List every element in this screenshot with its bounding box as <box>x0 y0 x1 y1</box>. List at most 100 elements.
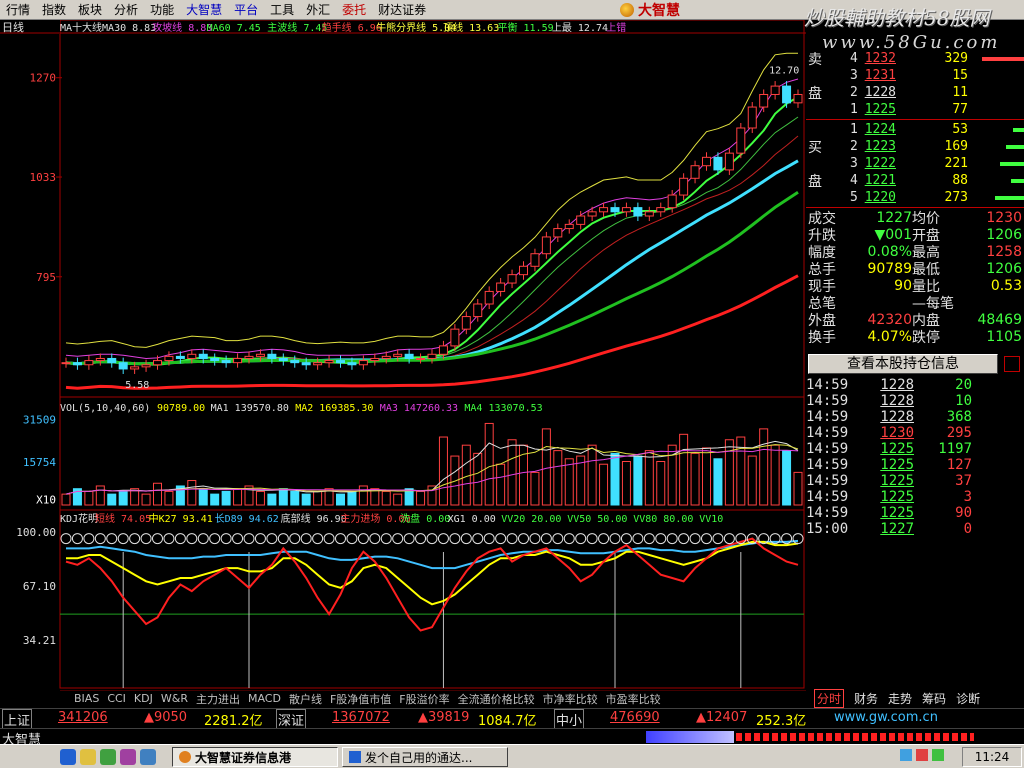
volume-bar <box>599 463 609 506</box>
buy-row[interactable]: 盘 4 1221 88 <box>806 172 1024 190</box>
sell-row[interactable]: 3 1231 15 <box>806 67 1024 84</box>
menu-item[interactable]: 分析 <box>108 1 144 18</box>
indicator-tab[interactable]: 市净率比较 <box>543 691 598 707</box>
side-tab[interactable]: 筹码 <box>922 690 946 707</box>
volume-bar <box>153 482 162 506</box>
menu-item[interactable]: 指数 <box>36 1 72 18</box>
buy-row[interactable]: 5 1220 273 <box>806 189 1024 206</box>
indicator-tab[interactable]: 散户线 <box>289 691 322 707</box>
kdj-tick-label: 67.10 <box>23 580 56 593</box>
candle-body <box>610 207 620 213</box>
sell-row[interactable]: 1 1225 77 <box>806 101 1024 118</box>
buy-depth-bar <box>1006 144 1024 149</box>
tick-row[interactable]: 14:59 1225 127 <box>806 457 1006 473</box>
quicklaunch-app-icon[interactable] <box>100 749 116 765</box>
task-dazhihui[interactable]: 大智慧证券信息港 <box>172 747 338 767</box>
volume-bar <box>381 490 391 506</box>
indicator-tab[interactable]: BIAS <box>74 692 99 705</box>
volume-bar <box>541 428 551 506</box>
indicator-tab[interactable]: KDJ <box>134 692 153 705</box>
indicator-tab[interactable]: MACD <box>248 692 281 705</box>
buy-price: 1220 <box>864 190 896 205</box>
tick-volume: 10 <box>955 393 972 409</box>
buy-depth-bar <box>995 195 1024 200</box>
tick-row[interactable]: 14:59 1228 10 <box>806 393 1006 409</box>
buy-depth-bar <box>1010 178 1024 183</box>
tick-row[interactable]: 14:59 1228 368 <box>806 409 1006 425</box>
side-tab[interactable]: 诊断 <box>956 690 980 707</box>
candle-body <box>427 353 437 359</box>
kdj-legend-item: 洗盘 0.00 <box>400 512 450 525</box>
sell-side-label: 卖 <box>808 51 822 68</box>
sell-row[interactable]: 盘 2 1228 11 <box>806 84 1024 102</box>
tick-time: 14:59 <box>806 409 849 425</box>
indicator-tab[interactable]: F股净值市值 <box>330 691 391 707</box>
tick-row[interactable]: 14:59 1225 3 <box>806 489 1006 505</box>
ma-legend-item: MA60 7.45 <box>207 23 261 34</box>
volume-bar <box>679 433 689 506</box>
menu-item[interactable]: 板块 <box>72 1 108 18</box>
tick-row[interactable]: 15:00 1227 0 <box>806 521 1006 537</box>
buy-volume: 88 <box>952 173 968 188</box>
menu-item[interactable]: 财达证券 <box>372 1 432 18</box>
candle-body <box>72 362 82 366</box>
menu-item[interactable]: 委托 <box>336 1 372 18</box>
side-tab[interactable]: 走势 <box>888 690 912 707</box>
stat-value: 0.08% <box>867 243 912 260</box>
volume-tick-label: 15754 <box>23 456 56 469</box>
vol-legend-item: MA3 147260.33 <box>380 403 458 414</box>
menu-item[interactable]: 功能 <box>144 1 180 18</box>
tick-price: 1228 <box>880 409 914 425</box>
vol-legend-item: MA1 139570.80 <box>211 403 289 414</box>
tick-row[interactable]: 14:59 1225 90 <box>806 505 1006 521</box>
indicator-tab[interactable]: F股溢价率 <box>399 691 449 707</box>
quicklaunch-folder-icon[interactable] <box>80 749 96 765</box>
market-change: ▲39819 <box>418 710 470 725</box>
side-tab[interactable]: 分时 <box>814 688 845 708</box>
quicklaunch-desktop-icon[interactable] <box>140 749 156 765</box>
indicator-tab[interactable]: W&R <box>161 692 188 705</box>
tick-row[interactable]: 14:59 1225 37 <box>806 473 1006 489</box>
candle-body <box>587 211 597 217</box>
menu-item[interactable]: 大智慧 <box>180 1 228 18</box>
candle-body <box>324 360 334 364</box>
kdj-legend-item: 短线 74.05 <box>95 512 151 525</box>
stat-value: 1258 <box>986 243 1022 260</box>
website-label[interactable]: www.gw.com.cn <box>834 710 938 725</box>
buy-row[interactable]: 1 1224 53 <box>806 121 1024 138</box>
tick-row[interactable]: 14:59 1230 295 <box>806 425 1006 441</box>
tray-icons[interactable] <box>900 749 956 765</box>
volume-bar <box>164 490 174 506</box>
tick-volume: 90 <box>955 505 972 521</box>
menu-item[interactable]: 平台 <box>228 1 264 18</box>
menu-item[interactable]: 工具 <box>264 1 300 18</box>
menu-item[interactable]: 行情 <box>0 1 36 18</box>
menu-item[interactable]: 外汇 <box>300 1 336 18</box>
volume-bar <box>290 490 300 506</box>
quicklaunch-media-icon[interactable] <box>120 749 136 765</box>
tick-list[interactable]: 14:59 1228 20 14:59 1228 10 14:59 1228 368 14:59 1… <box>806 377 1006 537</box>
indicator-tab[interactable]: 市盈率比较 <box>606 691 661 707</box>
indicator-tab[interactable]: 全流通价格比较 <box>458 691 535 707</box>
indicator-tab[interactable]: CCI <box>107 692 126 705</box>
indicator-tab[interactable]: 主力进出 <box>196 691 240 707</box>
stat-value: ▼001 <box>874 226 913 243</box>
tick-time: 14:59 <box>806 441 849 457</box>
side-tab[interactable]: 财务 <box>854 690 878 707</box>
high-annotation: 12.70 <box>769 66 799 77</box>
tick-row[interactable]: 14:59 1228 20 <box>806 377 1006 393</box>
candle-body <box>336 360 345 364</box>
stock-chart[interactable]: 日线 MA十大线MA30 8.83攻坡线 8.83MA60 7.45 主波线 7.4… <box>0 20 806 708</box>
ma-legend-item: 趋手线 6.96 <box>322 21 382 34</box>
volume-bar <box>484 422 494 506</box>
holdings-toggle-icon[interactable] <box>1004 356 1020 372</box>
view-holdings-button[interactable]: 查看本股持仓信息 <box>808 354 998 374</box>
candle-body <box>358 360 368 366</box>
tick-row[interactable]: 14:59 1225 1197 <box>806 441 1006 457</box>
buy-row[interactable]: 3 1222 221 <box>806 155 1024 172</box>
sell-row[interactable]: 卖 4 1232 329 <box>806 50 1024 68</box>
buy-row[interactable]: 买 2 1223 169 <box>806 138 1024 156</box>
task-browser[interactable]: 发个自己用的通达... <box>342 747 508 767</box>
quicklaunch-ie-icon[interactable] <box>60 749 76 765</box>
candle-body <box>484 290 494 305</box>
